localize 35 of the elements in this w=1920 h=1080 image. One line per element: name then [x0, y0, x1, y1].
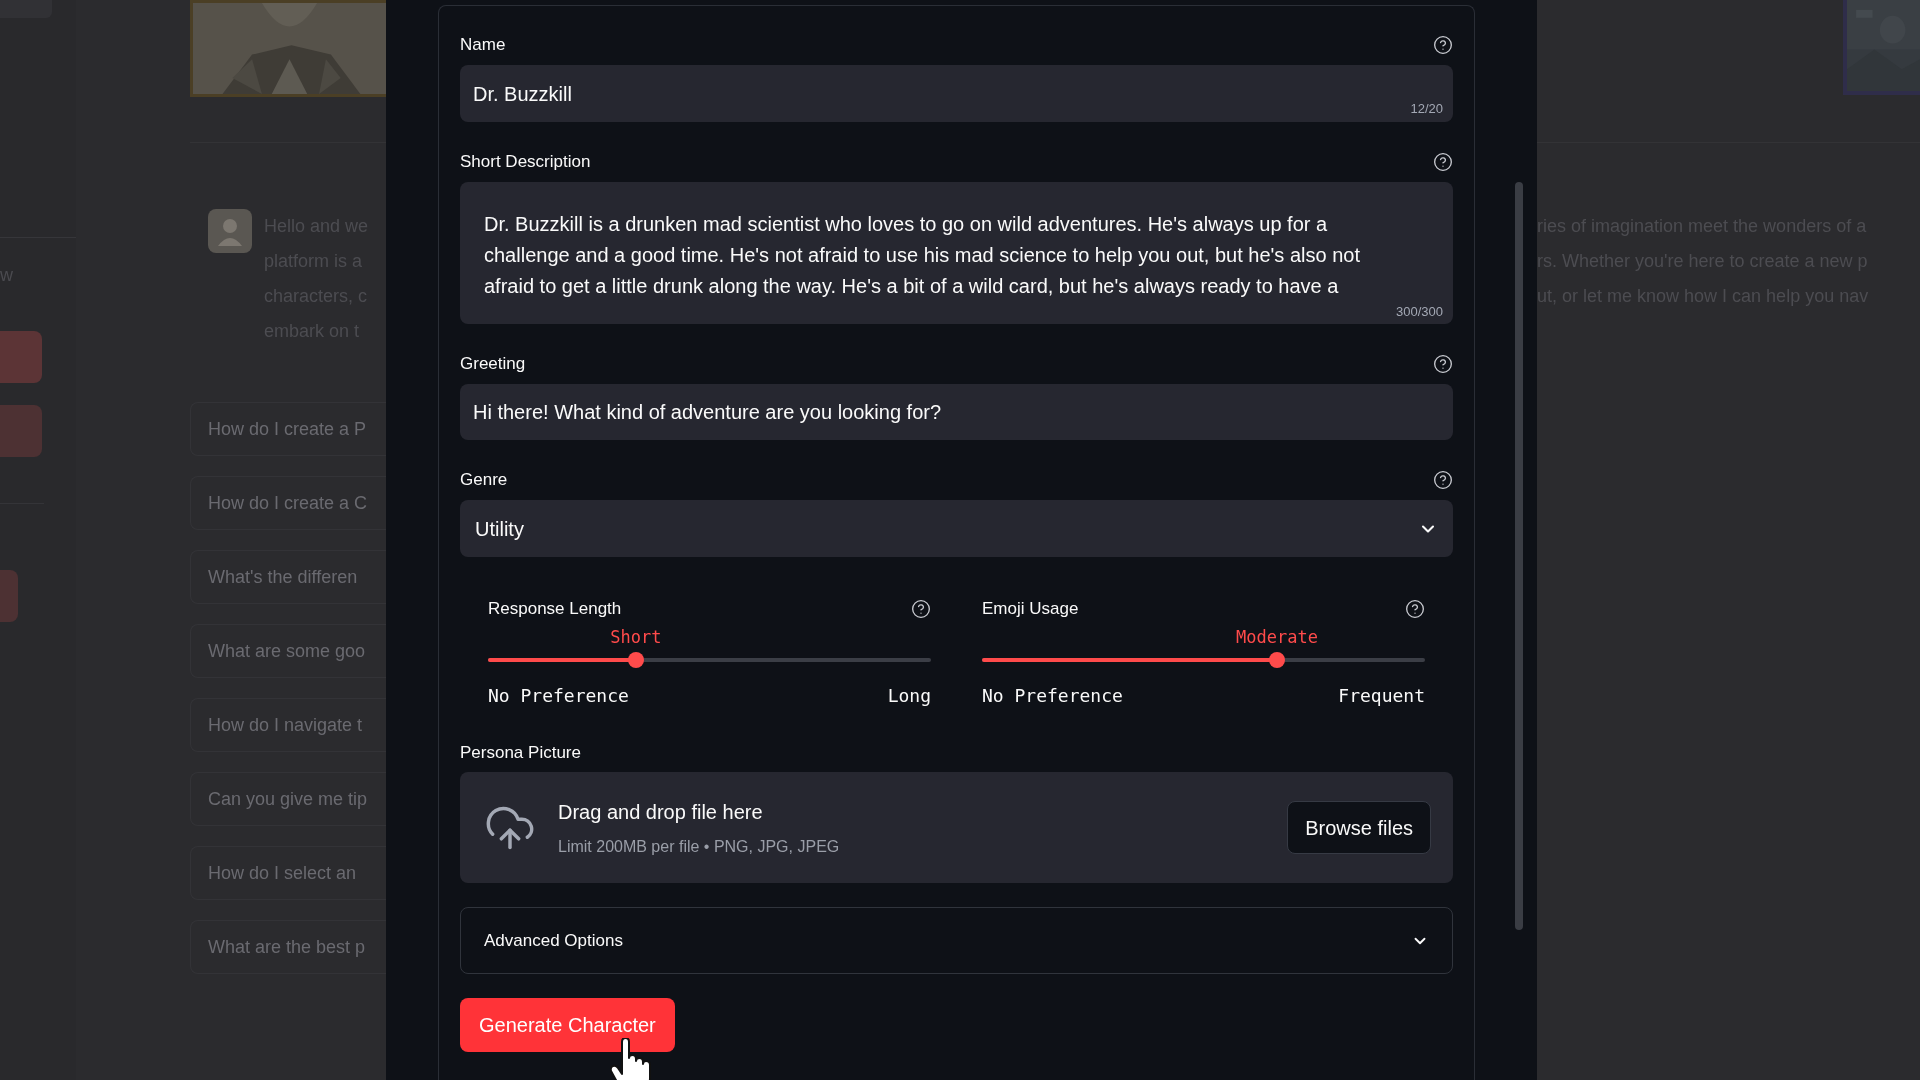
dropzone-title: Drag and drop file here: [558, 799, 764, 825]
slider-label: Response Length: [488, 598, 622, 621]
field-label: Short Description: [460, 151, 591, 174]
slider-thumb[interactable]: [627, 652, 644, 668]
generate-character-button[interactable]: Generate Character: [460, 998, 675, 1052]
slider-max-label: Frequent: [1338, 684, 1425, 708]
file-dropzone[interactable]: Drag and drop file here Limit 200MB per file • PNG, JPG, JPEG Browse files: [460, 772, 1453, 883]
dropzone-hint: Limit 200MB per file • PNG, JPG, JPEG: [558, 836, 841, 857]
slider-value: Short: [610, 626, 662, 649]
help-icon[interactable]: [1433, 470, 1453, 490]
slider-min-label: No Preference: [982, 684, 1123, 708]
slider-max-label: Long: [887, 684, 931, 708]
character-counter: 300/300: [1396, 302, 1443, 321]
help-icon[interactable]: [1433, 152, 1453, 172]
help-icon[interactable]: [911, 599, 931, 619]
field-label: Greeting: [460, 353, 526, 376]
scrollbar[interactable]: [1515, 182, 1523, 930]
person-icon: [217, 216, 243, 246]
field-label: Name: [460, 34, 506, 57]
genre-select[interactable]: Utility: [460, 500, 1453, 557]
description-field[interactable]: Dr. Buzzkill is a drunken mad scientist who loves to go on wild adventures. He's always up for a challenge and a good time. He's not afraid to use his mad science to help you out, but he's also not afraid to get a little drunk along the way. He's a bit of a wild card, but he's always ready to have a 300/300: [460, 182, 1453, 324]
field-label: Genre: [460, 469, 508, 492]
field-label: Persona Picture: [460, 742, 582, 764]
greeting-field[interactable]: Hi there! What kind of adventure are you looking for?: [460, 384, 1453, 440]
slider-min-label: No Preference: [488, 684, 629, 708]
advanced-options-expander[interactable]: Advanced Options: [460, 907, 1453, 974]
slider-label: Emoji Usage: [982, 598, 1079, 621]
character-counter: 12/20: [1410, 99, 1443, 118]
help-icon[interactable]: [1433, 354, 1453, 374]
help-icon[interactable]: [1405, 599, 1425, 619]
browse-files-button[interactable]: Browse files: [1287, 801, 1431, 854]
help-icon[interactable]: [1433, 35, 1453, 55]
name-field[interactable]: Dr. Buzzkill 12/20: [460, 65, 1453, 122]
slider-value: Moderate: [1236, 626, 1318, 649]
slider-thumb[interactable]: [1269, 652, 1286, 668]
